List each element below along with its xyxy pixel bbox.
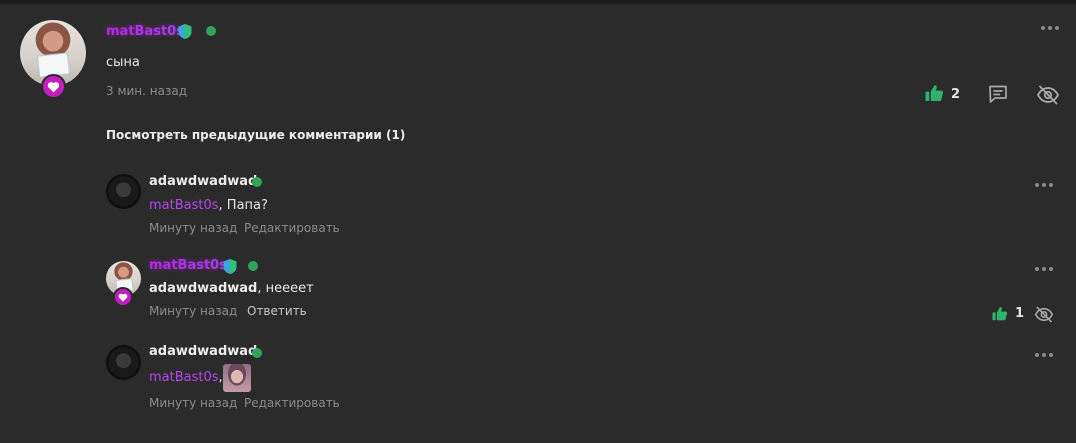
reply-message: , Папа?	[218, 198, 268, 213]
more-options-button[interactable]	[1035, 183, 1053, 187]
avatar[interactable]	[106, 174, 141, 209]
like-button[interactable]	[923, 82, 945, 104]
comment-text: сына	[106, 55, 140, 70]
edit-link[interactable]: Редактировать	[244, 221, 340, 235]
online-status-dot	[252, 177, 262, 187]
reply-icon	[989, 85, 1007, 103]
avatar[interactable]	[106, 345, 141, 380]
reply-time: Минуту назад	[149, 396, 238, 410]
reply-text: matBast0s,	[149, 370, 223, 385]
reply-message: , неееет	[257, 281, 314, 296]
comment-time: 3 мин. назад	[106, 84, 188, 98]
reply-text: matBast0s, Папа?	[149, 198, 268, 213]
mention[interactable]: matBast0s	[149, 370, 219, 385]
edit-link[interactable]: Редактировать	[244, 396, 340, 410]
heart-badge-icon	[41, 74, 66, 99]
hide-icon	[1036, 85, 1060, 105]
reply-author[interactable]: matBast0s	[149, 258, 227, 273]
online-status-dot	[206, 26, 216, 36]
comment-author[interactable]: matBast0s	[106, 24, 184, 39]
reply-text: adawdwadwad, неееет	[149, 281, 314, 296]
more-options-button[interactable]	[1035, 267, 1053, 271]
shield-icon	[177, 23, 193, 44]
like-count: 1	[1015, 306, 1025, 321]
hide-button[interactable]	[1033, 304, 1055, 324]
like-button[interactable]	[990, 304, 1010, 322]
online-status-dot	[248, 261, 258, 271]
mention[interactable]: adawdwadwad	[149, 281, 257, 296]
like-icon	[992, 306, 1008, 320]
like-icon	[925, 85, 943, 102]
reply-time: Минуту назад	[149, 304, 238, 318]
comments-panel: matBast0s сына 3 мин. назад 2 Посмотреть…	[0, 0, 1076, 443]
more-options-button[interactable]	[1041, 26, 1059, 30]
reply-time: Минуту назад	[149, 221, 238, 235]
heart-badge-icon	[113, 287, 133, 307]
like-count: 2	[951, 87, 961, 102]
reply-link[interactable]: Ответить	[247, 304, 307, 318]
reply-author[interactable]: adawdwadwad	[149, 344, 257, 359]
reply-button[interactable]	[986, 82, 1010, 106]
more-options-button[interactable]	[1035, 353, 1053, 357]
show-previous-comments-link[interactable]: Посмотреть предыдущие комментарии (1)	[106, 128, 405, 142]
hide-button[interactable]	[1035, 83, 1061, 107]
mention[interactable]: matBast0s	[149, 198, 219, 213]
hide-icon	[1034, 306, 1054, 322]
reply-author[interactable]: adawdwadwad	[149, 174, 257, 189]
online-status-dot	[252, 348, 262, 358]
shield-icon	[222, 258, 238, 279]
attached-image[interactable]	[223, 364, 251, 392]
